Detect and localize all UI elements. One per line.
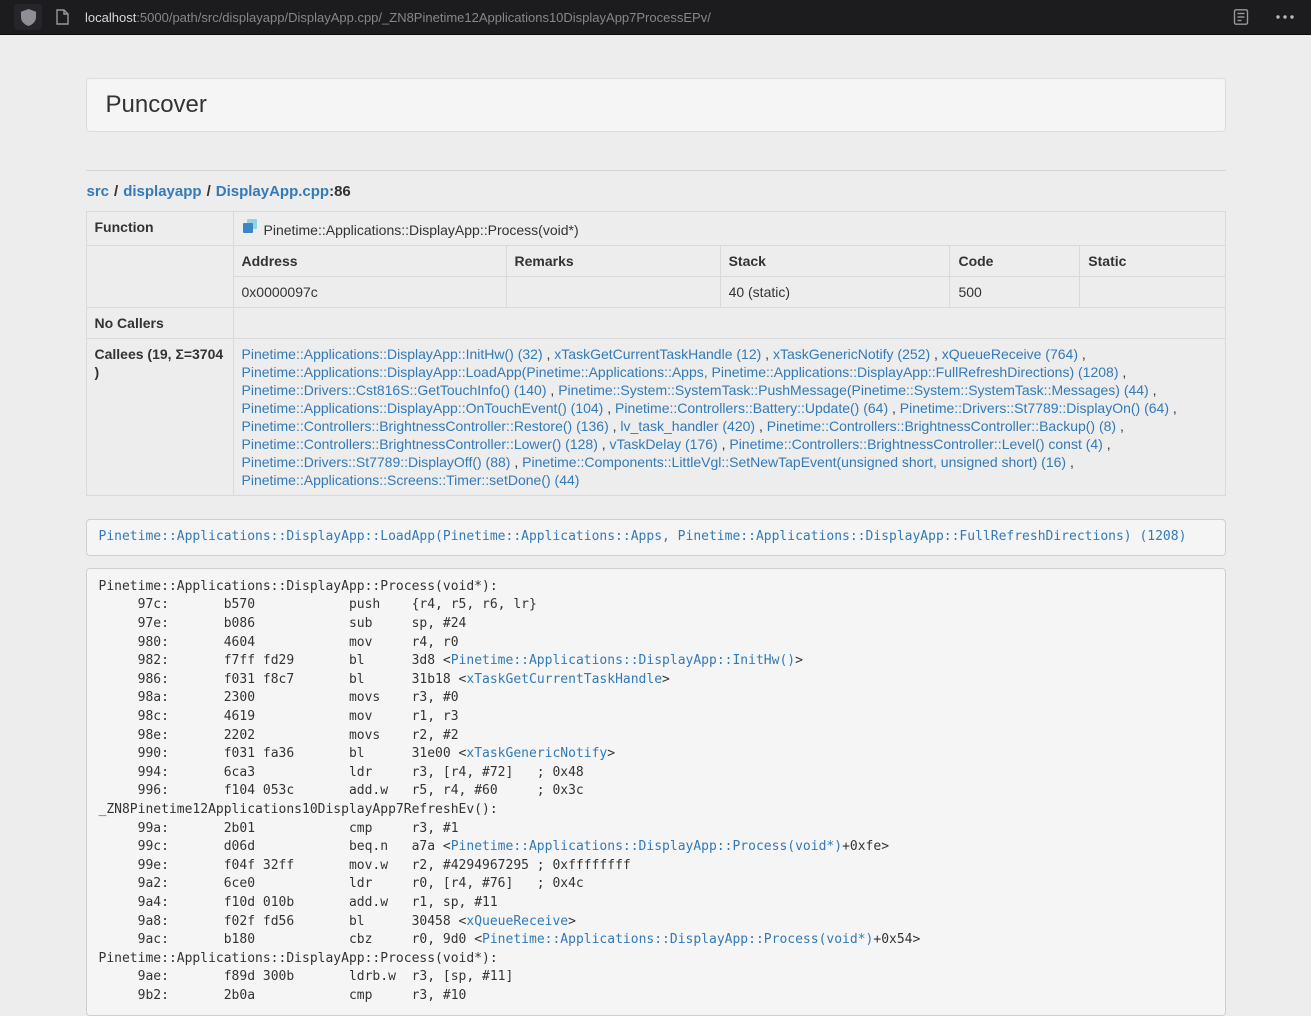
callee-link[interactable]: Pinetime::Components::LittleVgl::SetNewT…: [522, 454, 1066, 470]
stack-value: 40 (static): [720, 277, 950, 308]
breadcrumb-src-link[interactable]: src: [87, 183, 110, 200]
callee-link[interactable]: Pinetime::Drivers::Cst816S::GetTouchInfo…: [242, 382, 547, 398]
callee-link[interactable]: Pinetime::Controllers::BrightnessControl…: [729, 436, 1102, 452]
breadcrumb-folder-link[interactable]: displayapp: [123, 183, 201, 200]
callee-link[interactable]: xTaskGenericNotify (252): [773, 346, 930, 362]
function-row: Function Pinetime::Applications::Display…: [86, 212, 1225, 246]
code-symbol-link[interactable]: Pinetime::Applications::DisplayApp::Init…: [451, 653, 795, 668]
breadcrumb-separator: /: [207, 183, 211, 200]
callee-link[interactable]: Pinetime::Applications::DisplayApp::Load…: [242, 364, 1119, 380]
static-value: [1080, 277, 1225, 308]
col-code: Code: [950, 246, 1080, 277]
page-icon: [56, 9, 69, 25]
app-header-panel: Puncover: [86, 78, 1226, 132]
menu-button[interactable]: [1271, 4, 1299, 30]
stats-row-label: [86, 246, 233, 308]
callee-link[interactable]: Pinetime::System::SystemTask::PushMessag…: [558, 382, 1149, 398]
function-name: Pinetime::Applications::DisplayApp::Proc…: [264, 222, 579, 238]
code-symbol-link[interactable]: xQueueReceive: [466, 914, 568, 929]
no-callers-row: No Callers: [86, 308, 1225, 339]
no-callers-label: No Callers: [86, 308, 233, 339]
stats-row: Address Remarks Stack Code Static 0x0000…: [86, 246, 1225, 308]
divider: [86, 170, 1226, 171]
breadcrumb: src/displayapp/DisplayApp.cpp:86: [87, 183, 1226, 200]
callee-link[interactable]: Pinetime::Controllers::BrightnessControl…: [242, 436, 598, 452]
breadcrumb-line-number: :86: [329, 183, 351, 200]
breadcrumb-file-link[interactable]: DisplayApp.cpp: [216, 183, 329, 200]
stats-cell: Address Remarks Stack Code Static 0x0000…: [233, 246, 1225, 308]
disassembly-pre: Pinetime::Applications::DisplayApp::Proc…: [86, 568, 1226, 1016]
app-title: Puncover: [106, 91, 1206, 119]
callee-link[interactable]: vTaskDelay (176): [610, 436, 718, 452]
highlighted-symbol-link[interactable]: Pinetime::Applications::DisplayApp::Load…: [99, 529, 1187, 544]
callee-link[interactable]: xQueueReceive (764): [942, 346, 1078, 362]
callee-link[interactable]: xTaskGetCurrentTaskHandle (12): [554, 346, 761, 362]
browser-chrome: localhost:5000/path/src/displayapp/Displ…: [0, 0, 1311, 35]
url-path: :5000/path/src/displayapp/DisplayApp.cpp…: [136, 10, 711, 25]
function-label: Function: [86, 212, 233, 246]
shield-icon: [21, 9, 36, 26]
no-callers-cell: [233, 308, 1225, 339]
code-symbol-link[interactable]: Pinetime::Applications::DisplayApp::Proc…: [482, 932, 873, 947]
stats-table: Address Remarks Stack Code Static 0x0000…: [234, 246, 1225, 307]
code-symbol-link[interactable]: xTaskGenericNotify: [466, 746, 607, 761]
callee-link[interactable]: Pinetime::Applications::DisplayApp::Init…: [242, 346, 543, 362]
reader-view-icon: [1233, 9, 1249, 25]
callee-link[interactable]: Pinetime::Applications::Screens::Timer::…: [242, 472, 580, 488]
url-host: localhost: [85, 10, 136, 25]
code-symbol-link[interactable]: Pinetime::Applications::DisplayApp::Proc…: [451, 839, 842, 854]
function-table: Function Pinetime::Applications::Display…: [86, 211, 1226, 496]
address-value: 0x0000097c: [234, 277, 507, 308]
breadcrumb-separator: /: [114, 183, 118, 200]
function-name-cell: Pinetime::Applications::DisplayApp::Proc…: [233, 212, 1225, 246]
stats-values-row: 0x0000097c 40 (static) 500: [234, 277, 1225, 308]
callee-link[interactable]: Pinetime::Controllers::BrightnessControl…: [767, 418, 1116, 434]
col-remarks: Remarks: [506, 246, 720, 277]
code-value: 500: [950, 277, 1080, 308]
highlighted-symbol-box: Pinetime::Applications::DisplayApp::Load…: [86, 519, 1226, 556]
method-icon: [242, 218, 258, 238]
callees-cell: Pinetime::Applications::DisplayApp::Init…: [233, 339, 1225, 496]
col-static: Static: [1080, 246, 1225, 277]
remarks-value: [506, 277, 720, 308]
main-content: Puncover src/displayapp/DisplayApp.cpp:8…: [86, 78, 1226, 1016]
url-bar[interactable]: localhost:5000/path/src/displayapp/Displ…: [85, 10, 711, 25]
callees-label: Callees (19, Σ=3704 ): [86, 339, 233, 496]
callees-row: Callees (19, Σ=3704 ) Pinetime::Applicat…: [86, 339, 1225, 496]
col-stack: Stack: [720, 246, 950, 277]
reader-view-button[interactable]: [1227, 4, 1255, 30]
callee-link[interactable]: Pinetime::Drivers::St7789::DisplayOn() (…: [900, 400, 1169, 416]
kebab-menu-icon: [1276, 15, 1294, 19]
stats-header-row: Address Remarks Stack Code Static: [234, 246, 1225, 277]
col-address: Address: [234, 246, 507, 277]
callee-link[interactable]: Pinetime::Controllers::BrightnessControl…: [242, 418, 609, 434]
code-symbol-link[interactable]: xTaskGetCurrentTaskHandle: [466, 672, 662, 687]
callee-link[interactable]: Pinetime::Applications::DisplayApp::OnTo…: [242, 400, 604, 416]
callee-link[interactable]: Pinetime::Drivers::St7789::DisplayOff() …: [242, 454, 511, 470]
callee-link[interactable]: Pinetime::Controllers::Battery::Update()…: [615, 400, 888, 416]
callee-link[interactable]: lv_task_handler (420): [620, 418, 755, 434]
security-shield-button[interactable]: [14, 4, 42, 30]
